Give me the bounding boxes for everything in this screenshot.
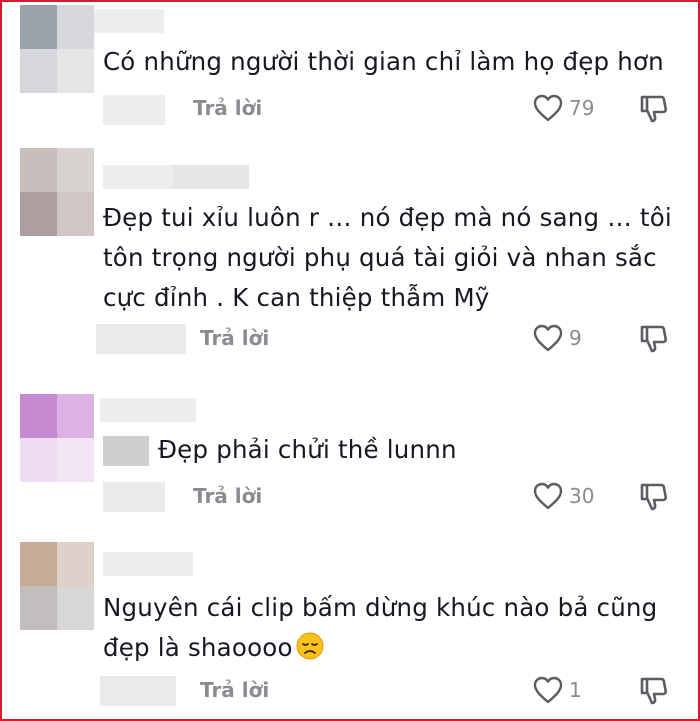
username-blurred[interactable] [100,398,196,422]
timestamp-blurred [96,324,186,354]
reply-button[interactable]: Trả lời [193,484,262,508]
comment-text: Có những người thời gian chỉ làm họ đẹp … [103,47,664,76]
heart-icon [533,324,563,352]
avatar[interactable] [20,394,94,482]
reply-button[interactable]: Trả lời [200,678,269,702]
reply-button[interactable]: Trả lời [193,96,262,120]
timestamp-blurred [100,676,176,706]
like-button[interactable]: 9 [533,324,582,352]
like-count: 30 [569,484,595,508]
username-blurred[interactable] [94,9,164,33]
like-count: 79 [569,96,595,120]
like-count: 9 [569,326,582,350]
heart-icon [533,676,563,704]
timestamp-blurred [103,95,165,125]
reply-button[interactable]: Trả lời [200,326,269,350]
thumbs-down-icon[interactable] [638,322,670,354]
disappointed-face-emoji [296,632,324,660]
heart-icon [533,482,563,510]
thumbs-down-icon[interactable] [638,674,670,706]
like-button[interactable]: 1 [533,676,582,704]
username-blurred[interactable] [103,552,193,576]
username-blurred[interactable] [103,165,249,189]
mention-blurred[interactable] [103,436,149,466]
heart-icon [533,94,563,122]
like-count: 1 [569,678,582,702]
comment-text: Đẹp tui xỉu luôn r … nó đẹp mà nó sang …… [103,203,672,312]
like-button[interactable]: 79 [533,94,594,122]
comment-text: Đẹp phải chửi thề lunnn [158,435,457,464]
like-button[interactable]: 30 [533,482,594,510]
thumbs-down-icon[interactable] [638,92,670,124]
comment-text: Nguyên cái clip bấm dừng khúc nào bả cũn… [103,593,658,662]
avatar[interactable] [20,148,94,236]
avatar[interactable] [20,542,94,630]
timestamp-blurred [103,482,165,512]
thumbs-down-icon[interactable] [638,480,670,512]
avatar[interactable] [20,5,94,93]
